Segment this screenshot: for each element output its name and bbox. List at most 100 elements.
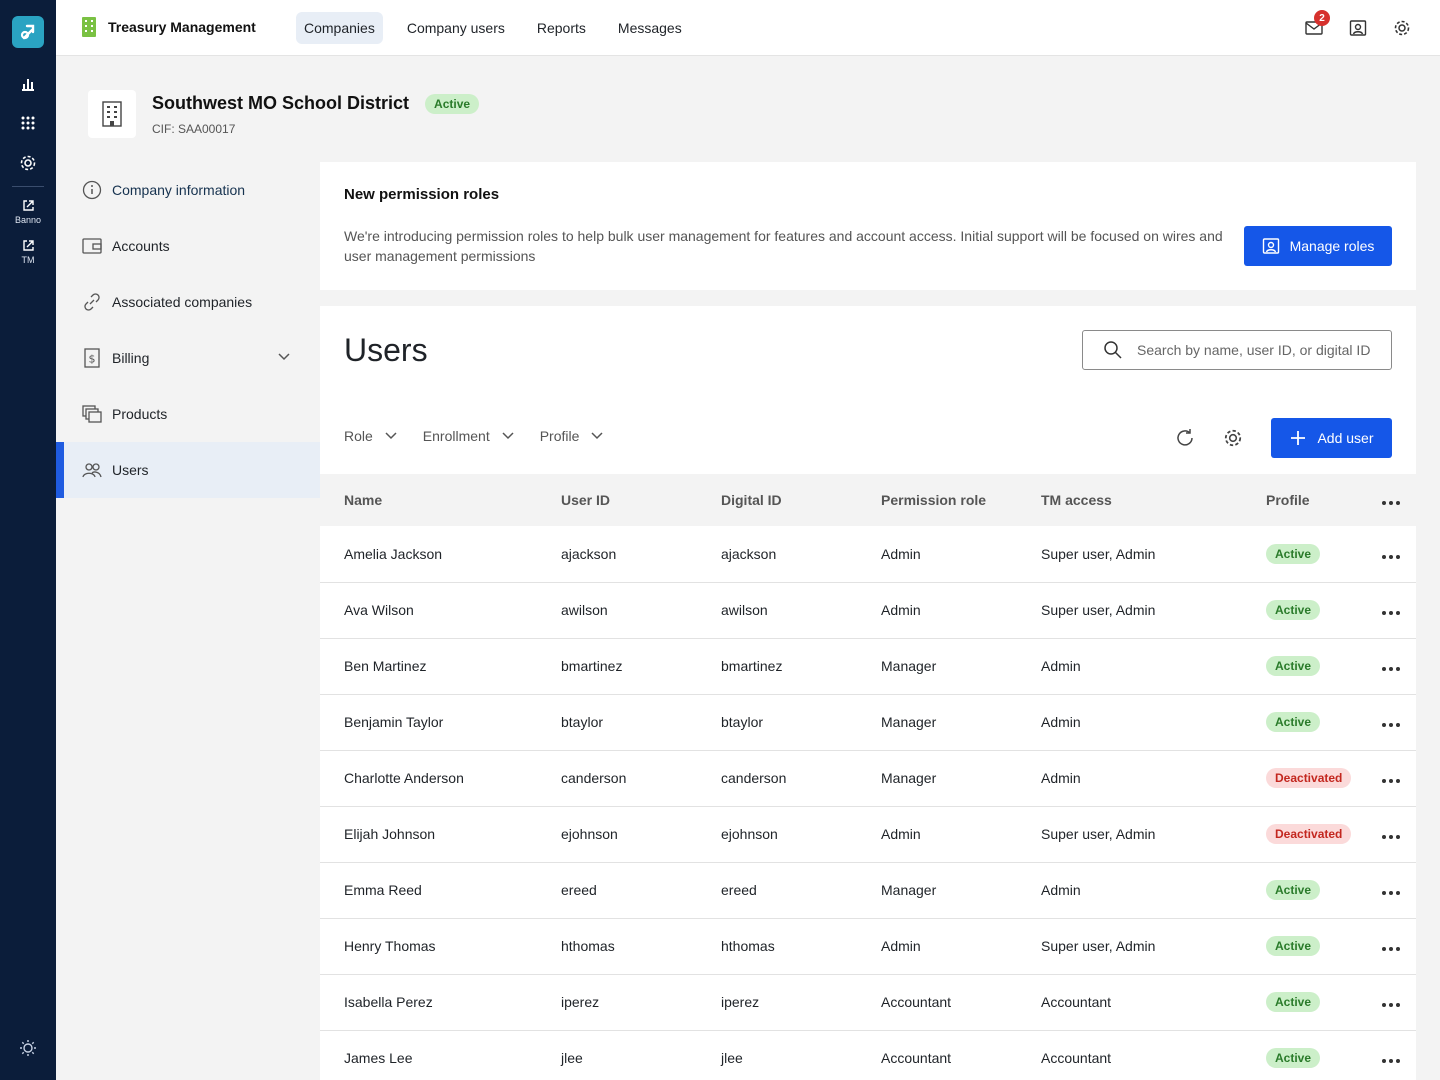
table-tools: Add user xyxy=(1175,418,1392,458)
tab-company-users[interactable]: Company users xyxy=(399,12,513,44)
mail-icon[interactable]: 2 xyxy=(1304,10,1330,40)
user-id: hthomas xyxy=(561,938,615,954)
tab-reports[interactable]: Reports xyxy=(529,12,594,44)
user-name[interactable]: Ava Wilson xyxy=(320,582,561,638)
table-row[interactable]: Benjamin Taylor btaylor btaylor Manager Admi… xyxy=(320,694,1416,750)
status-badge: Active xyxy=(1266,1048,1321,1068)
banno-link[interactable]: Banno xyxy=(0,199,56,225)
user-card-icon[interactable] xyxy=(1348,16,1368,40)
profile-cell: Active xyxy=(1266,918,1366,974)
table-row[interactable]: Emma Reed ereed ereed Manager Admin Active xyxy=(320,862,1416,918)
manage-roles-button[interactable]: Manage roles xyxy=(1244,226,1392,266)
user-id: ereed xyxy=(561,882,597,898)
chevron-down-icon xyxy=(502,432,514,440)
search-placeholder: Search by name, user ID, or digital ID xyxy=(1137,342,1371,358)
column-header-user-id[interactable]: User ID xyxy=(561,474,721,526)
page-title: Users xyxy=(344,332,428,368)
profile-filter[interactable]: Profile xyxy=(540,428,604,444)
tab-companies[interactable]: Companies xyxy=(296,12,383,44)
table-row[interactable]: Amelia Jackson ajackson ajackson Admin Super… xyxy=(320,526,1416,582)
row-actions[interactable] xyxy=(1366,974,1416,1030)
wallet-icon xyxy=(82,236,102,256)
digital-id: awilson xyxy=(721,602,768,618)
manage-roles-label: Manage roles xyxy=(1289,238,1375,254)
search-input[interactable]: Search by name, user ID, or digital ID xyxy=(1082,330,1392,370)
sidebar-item-label: Company information xyxy=(112,182,246,198)
users-icon xyxy=(82,460,102,480)
profile-cell: Deactivated xyxy=(1266,750,1366,806)
table-row[interactable]: James Lee jlee jlee Accountant Accountant Act… xyxy=(320,1030,1416,1080)
status-badge: Active xyxy=(1266,656,1321,676)
brand[interactable]: Treasury Management xyxy=(82,17,256,37)
user-name[interactable]: James Lee xyxy=(320,1030,561,1080)
row-actions[interactable] xyxy=(1366,582,1416,638)
sidebar-item-billing[interactable]: $ Billing xyxy=(56,330,320,386)
tm-access: Super user, Admin xyxy=(1041,938,1156,954)
table-row[interactable]: Henry Thomas hthomas hthomas Admin Super use… xyxy=(320,918,1416,974)
gear-icon[interactable] xyxy=(1392,16,1412,40)
row-actions[interactable] xyxy=(1366,862,1416,918)
row-actions[interactable] xyxy=(1366,638,1416,694)
sidebar-item-users[interactable]: Users xyxy=(56,442,320,498)
enrollment-filter[interactable]: Enrollment xyxy=(423,428,514,444)
table-row[interactable]: Elijah Johnson ejohnson ejohnson Admin Super… xyxy=(320,806,1416,862)
column-header-tm-access[interactable]: TM access xyxy=(1041,474,1266,526)
user-name[interactable]: Henry Thomas xyxy=(320,918,561,974)
table-row[interactable]: Ava Wilson awilson awilson Admin Super user,… xyxy=(320,582,1416,638)
table-header-row: Name User ID Digital ID Permission role … xyxy=(320,474,1416,526)
column-header-name[interactable]: Name xyxy=(320,474,561,526)
profile-cell: Active xyxy=(1266,638,1366,694)
permission-role: Manager xyxy=(881,714,937,730)
user-name[interactable]: Isabella Perez xyxy=(320,974,561,1030)
row-actions[interactable] xyxy=(1366,526,1416,582)
column-options-menu[interactable] xyxy=(1366,474,1416,526)
row-actions[interactable] xyxy=(1366,918,1416,974)
sidebar-item-accounts[interactable]: Accounts xyxy=(56,218,320,274)
permission-role: Admin xyxy=(881,602,921,618)
user-name[interactable]: Elijah Johnson xyxy=(320,806,561,862)
table-row[interactable]: Charlotte Anderson canderson canderson Mana… xyxy=(320,750,1416,806)
sidebar-item-label: Products xyxy=(112,406,168,422)
user-name[interactable]: Emma Reed xyxy=(320,862,561,918)
tm-access: Accountant xyxy=(1041,994,1112,1010)
mail-badge: 2 xyxy=(1314,10,1330,26)
user-id: jlee xyxy=(561,1050,583,1066)
sidebar-item-associated-companies[interactable]: Associated companies xyxy=(56,274,320,330)
banner-title: New permission roles xyxy=(344,186,500,203)
table-row[interactable]: Isabella Perez iperez iperez Accountant Acco… xyxy=(320,974,1416,1030)
add-user-button[interactable]: Add user xyxy=(1271,418,1392,458)
app-logo-icon[interactable] xyxy=(12,16,44,48)
user-id: ejohnson xyxy=(561,826,618,842)
role-filter[interactable]: Role xyxy=(344,428,397,444)
tm-link[interactable]: TM xyxy=(0,239,56,265)
row-actions[interactable] xyxy=(1366,750,1416,806)
layers-icon xyxy=(82,404,102,424)
row-actions[interactable] xyxy=(1366,806,1416,862)
profile-cell: Deactivated xyxy=(1266,806,1366,862)
gear-icon[interactable] xyxy=(0,154,56,172)
column-header-profile[interactable]: Profile xyxy=(1266,474,1366,526)
column-header-permission-role[interactable]: Permission role xyxy=(881,474,1041,526)
row-actions[interactable] xyxy=(1366,1030,1416,1080)
profile-cell: Active xyxy=(1266,582,1366,638)
sidebar-item-products[interactable]: Products xyxy=(56,386,320,442)
tab-messages[interactable]: Messages xyxy=(610,12,690,44)
status-badge: Active xyxy=(1266,712,1321,732)
chevron-down-icon[interactable] xyxy=(278,348,290,364)
gear-icon[interactable] xyxy=(1223,428,1243,448)
more-icon xyxy=(1382,723,1400,727)
user-name[interactable]: Benjamin Taylor xyxy=(320,694,561,750)
refresh-icon[interactable] xyxy=(1175,428,1195,448)
chevron-down-icon xyxy=(385,432,397,440)
user-name[interactable]: Charlotte Anderson xyxy=(320,750,561,806)
more-icon xyxy=(1382,667,1400,671)
user-name[interactable]: Ben Martinez xyxy=(320,638,561,694)
sun-icon[interactable] xyxy=(0,1039,56,1057)
table-row[interactable]: Ben Martinez bmartinez bmartinez Manager Adm… xyxy=(320,638,1416,694)
bar-chart-icon[interactable] xyxy=(0,76,56,92)
row-actions[interactable] xyxy=(1366,694,1416,750)
column-header-digital-id[interactable]: Digital ID xyxy=(721,474,881,526)
sidebar-item-company-information[interactable]: Company information xyxy=(56,162,320,218)
user-name[interactable]: Amelia Jackson xyxy=(320,526,561,582)
grid-icon[interactable] xyxy=(0,116,56,130)
